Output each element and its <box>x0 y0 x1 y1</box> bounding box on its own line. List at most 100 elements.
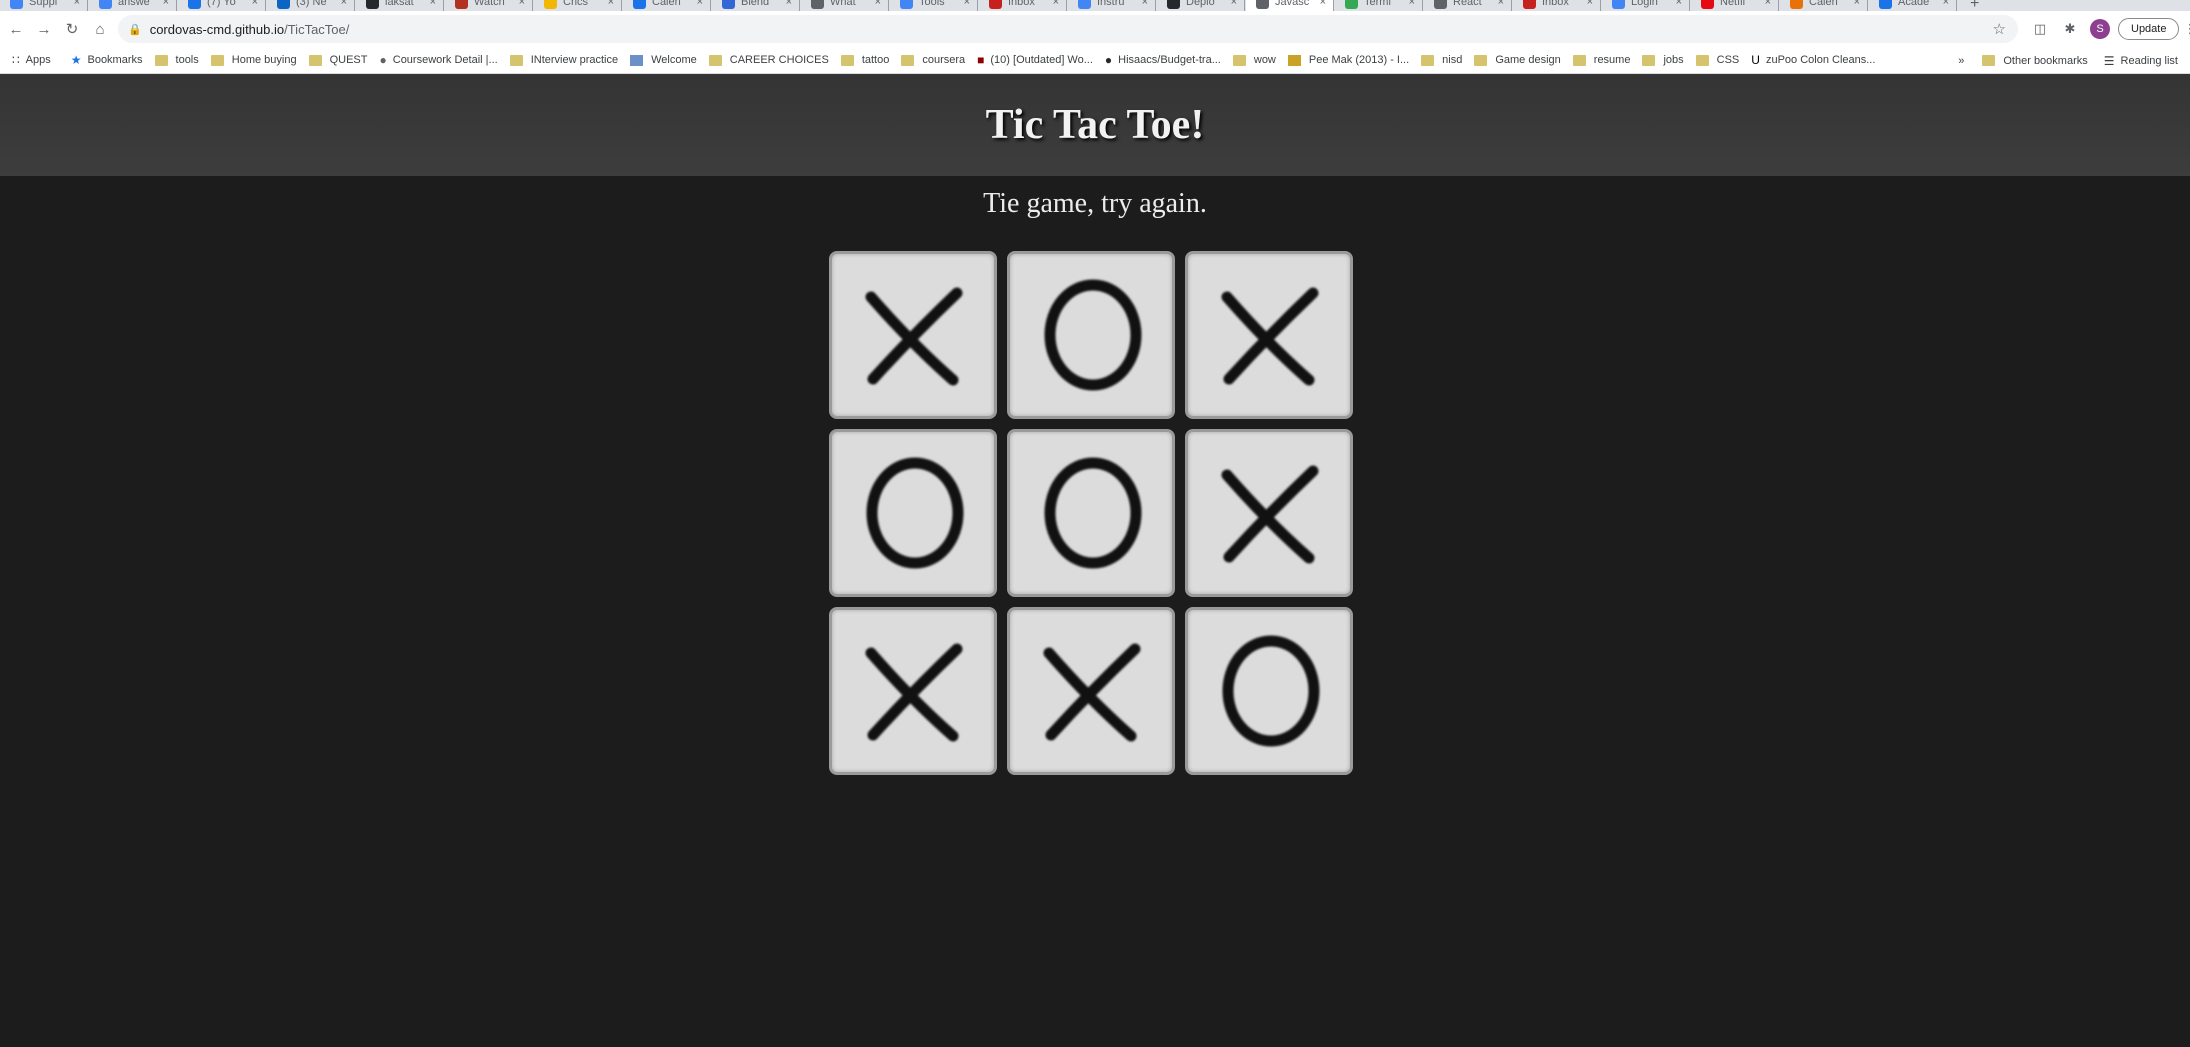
game-board <box>829 251 1354 776</box>
tab-close-icon[interactable]: × <box>1409 0 1415 8</box>
apps-shortcut[interactable]: ∷ Apps <box>12 53 51 67</box>
bookmark-item[interactable]: Pee Mak (2013) - I... <box>1287 54 1409 66</box>
browser-tab[interactable]: Instru × <box>1068 0 1156 11</box>
url-text[interactable]: cordovas-cmd.github.io/TicTacToe/ <box>150 22 350 37</box>
tab-close-icon[interactable]: × <box>252 0 258 8</box>
board-cell[interactable] <box>1007 607 1175 775</box>
bookmark-item[interactable]: tattoo <box>840 54 889 66</box>
browser-tab[interactable]: React × <box>1424 0 1512 11</box>
browser-tab[interactable]: Login × <box>1602 0 1690 11</box>
bookmark-item[interactable]: Home buying <box>210 54 297 66</box>
browser-tab[interactable]: Inbox × <box>979 0 1067 11</box>
browser-tab[interactable]: answe × <box>89 0 177 11</box>
tab-close-icon[interactable]: × <box>786 0 792 8</box>
bookmark-item[interactable]: ■ (10) [Outdated] Wo... <box>977 53 1093 67</box>
update-button[interactable]: Update <box>2118 18 2180 40</box>
bookmark-item[interactable]: CSS <box>1695 54 1739 66</box>
bookmark-item[interactable]: ● Hisaacs/Budget-tra... <box>1105 53 1221 67</box>
puzzle-icon[interactable]: ✱ <box>2060 19 2080 39</box>
tab-close-icon[interactable]: × <box>697 0 703 8</box>
tab-close-icon[interactable]: × <box>1142 0 1148 8</box>
tab-close-icon[interactable]: × <box>1943 0 1949 8</box>
tab-close-icon[interactable]: × <box>1854 0 1860 8</box>
home-icon[interactable]: ⌂ <box>88 17 112 41</box>
tab-close-icon[interactable]: × <box>74 0 80 8</box>
reload-icon[interactable]: ↻ <box>60 17 84 41</box>
tab-close-icon[interactable]: × <box>163 0 169 8</box>
browser-tab[interactable]: What × <box>801 0 889 11</box>
bookmark-item[interactable]: Game design <box>1474 54 1561 66</box>
bookmark-item[interactable]: resume <box>1572 54 1630 66</box>
board-cell[interactable] <box>829 429 997 597</box>
bookmark-item[interactable]: INterview practice <box>509 54 618 66</box>
tab-close-icon[interactable]: × <box>1320 0 1326 8</box>
bookmark-star-icon[interactable]: ☆ <box>1993 20 2006 38</box>
browser-tab[interactable]: Acade × <box>1869 0 1957 11</box>
lock-icon: 🔒 <box>128 23 142 36</box>
avatar[interactable]: S <box>2090 19 2110 39</box>
browser-tab[interactable]: Netfli × <box>1691 0 1779 11</box>
board-cell[interactable] <box>1007 251 1175 419</box>
bookmark-item[interactable]: nisd <box>1421 54 1462 66</box>
browser-tab[interactable]: Suppl × <box>0 0 88 11</box>
bookmark-item[interactable]: ★ Bookmarks <box>71 53 143 67</box>
other-bookmarks[interactable]: Other bookmarks <box>1982 55 2088 67</box>
board-cell[interactable] <box>1007 429 1175 597</box>
tab-separator <box>265 0 266 11</box>
bookmark-item[interactable]: wow <box>1232 54 1276 66</box>
more-bookmarks-chevron-icon[interactable]: » <box>1958 55 1964 67</box>
tab-close-icon[interactable]: × <box>1676 0 1682 8</box>
tab-close-icon[interactable]: × <box>964 0 970 8</box>
tab-close-icon[interactable]: × <box>1231 0 1237 8</box>
browser-tab[interactable]: Javasc × <box>1246 0 1334 11</box>
bookmark-item[interactable]: jobs <box>1642 54 1684 66</box>
tab-close-icon[interactable]: × <box>1587 0 1593 8</box>
browser-tab[interactable]: (3) Ne × <box>267 0 355 11</box>
tab-favicon-icon <box>811 0 824 9</box>
browser-tab[interactable]: Tools × <box>890 0 978 11</box>
extension-icon[interactable]: ◫ <box>2030 19 2050 39</box>
browser-tab[interactable]: Watch × <box>445 0 533 11</box>
browser-tab[interactable]: Crics × <box>534 0 622 11</box>
tab-close-icon[interactable]: × <box>1498 0 1504 8</box>
board-cell[interactable] <box>829 251 997 419</box>
bookmark-item[interactable]: UzuPoo Colon Cleans... <box>1751 53 1875 67</box>
tab-close-icon[interactable]: × <box>608 0 614 8</box>
address-bar[interactable]: 🔒 cordovas-cmd.github.io/TicTacToe/ ☆ <box>118 15 2018 43</box>
tab-separator <box>1155 0 1156 11</box>
tab-close-icon[interactable]: × <box>341 0 347 8</box>
bookmark-item[interactable]: CAREER CHOICES <box>708 54 829 66</box>
bookmark-item[interactable]: Welcome <box>630 54 697 66</box>
new-tab-icon[interactable]: + <box>1970 0 1979 11</box>
browser-tab[interactable]: Calen × <box>623 0 711 11</box>
browser-toolbar: ← → ↻ ⌂ 🔒 cordovas-cmd.github.io/TicTacT… <box>0 11 2190 47</box>
board-cell[interactable] <box>1185 429 1353 597</box>
browser-tab[interactable]: Deplo × <box>1157 0 1245 11</box>
board-cell[interactable] <box>1185 251 1353 419</box>
forward-icon[interactable]: → <box>32 17 56 41</box>
reading-list[interactable]: ☰ Reading list <box>2104 54 2178 68</box>
browser-tab[interactable]: (7) Yo × <box>178 0 266 11</box>
bookmark-item[interactable]: coursera <box>901 54 965 66</box>
board-cell[interactable] <box>829 607 997 775</box>
browser-tab[interactable]: iaksat × <box>356 0 444 11</box>
board-cell[interactable] <box>1185 607 1353 775</box>
browser-tab[interactable]: Inbox × <box>1513 0 1601 11</box>
tab-label: What <box>830 0 856 8</box>
tab-close-icon[interactable]: × <box>430 0 436 8</box>
back-icon[interactable]: ← <box>4 17 28 41</box>
menu-icon[interactable]: ⋮ <box>2183 21 2190 37</box>
bookmark-item[interactable]: QUEST <box>308 54 368 66</box>
browser-tab[interactable]: Termi × <box>1335 0 1423 11</box>
browser-tab[interactable]: Calen × <box>1780 0 1868 11</box>
browser-tab[interactable]: Blend × <box>712 0 800 11</box>
tab-close-icon[interactable]: × <box>1053 0 1059 8</box>
tab-close-icon[interactable]: × <box>1765 0 1771 8</box>
bookmark-label: zuPoo Colon Cleans... <box>1765 54 1876 66</box>
bookmark-item[interactable]: ● Coursework Detail |... <box>380 53 498 67</box>
bookmark-item[interactable]: tools <box>154 54 199 66</box>
tab-separator <box>1511 0 1512 11</box>
tab-label: Tools <box>919 0 945 8</box>
tab-close-icon[interactable]: × <box>875 0 881 8</box>
tab-close-icon[interactable]: × <box>519 0 525 8</box>
